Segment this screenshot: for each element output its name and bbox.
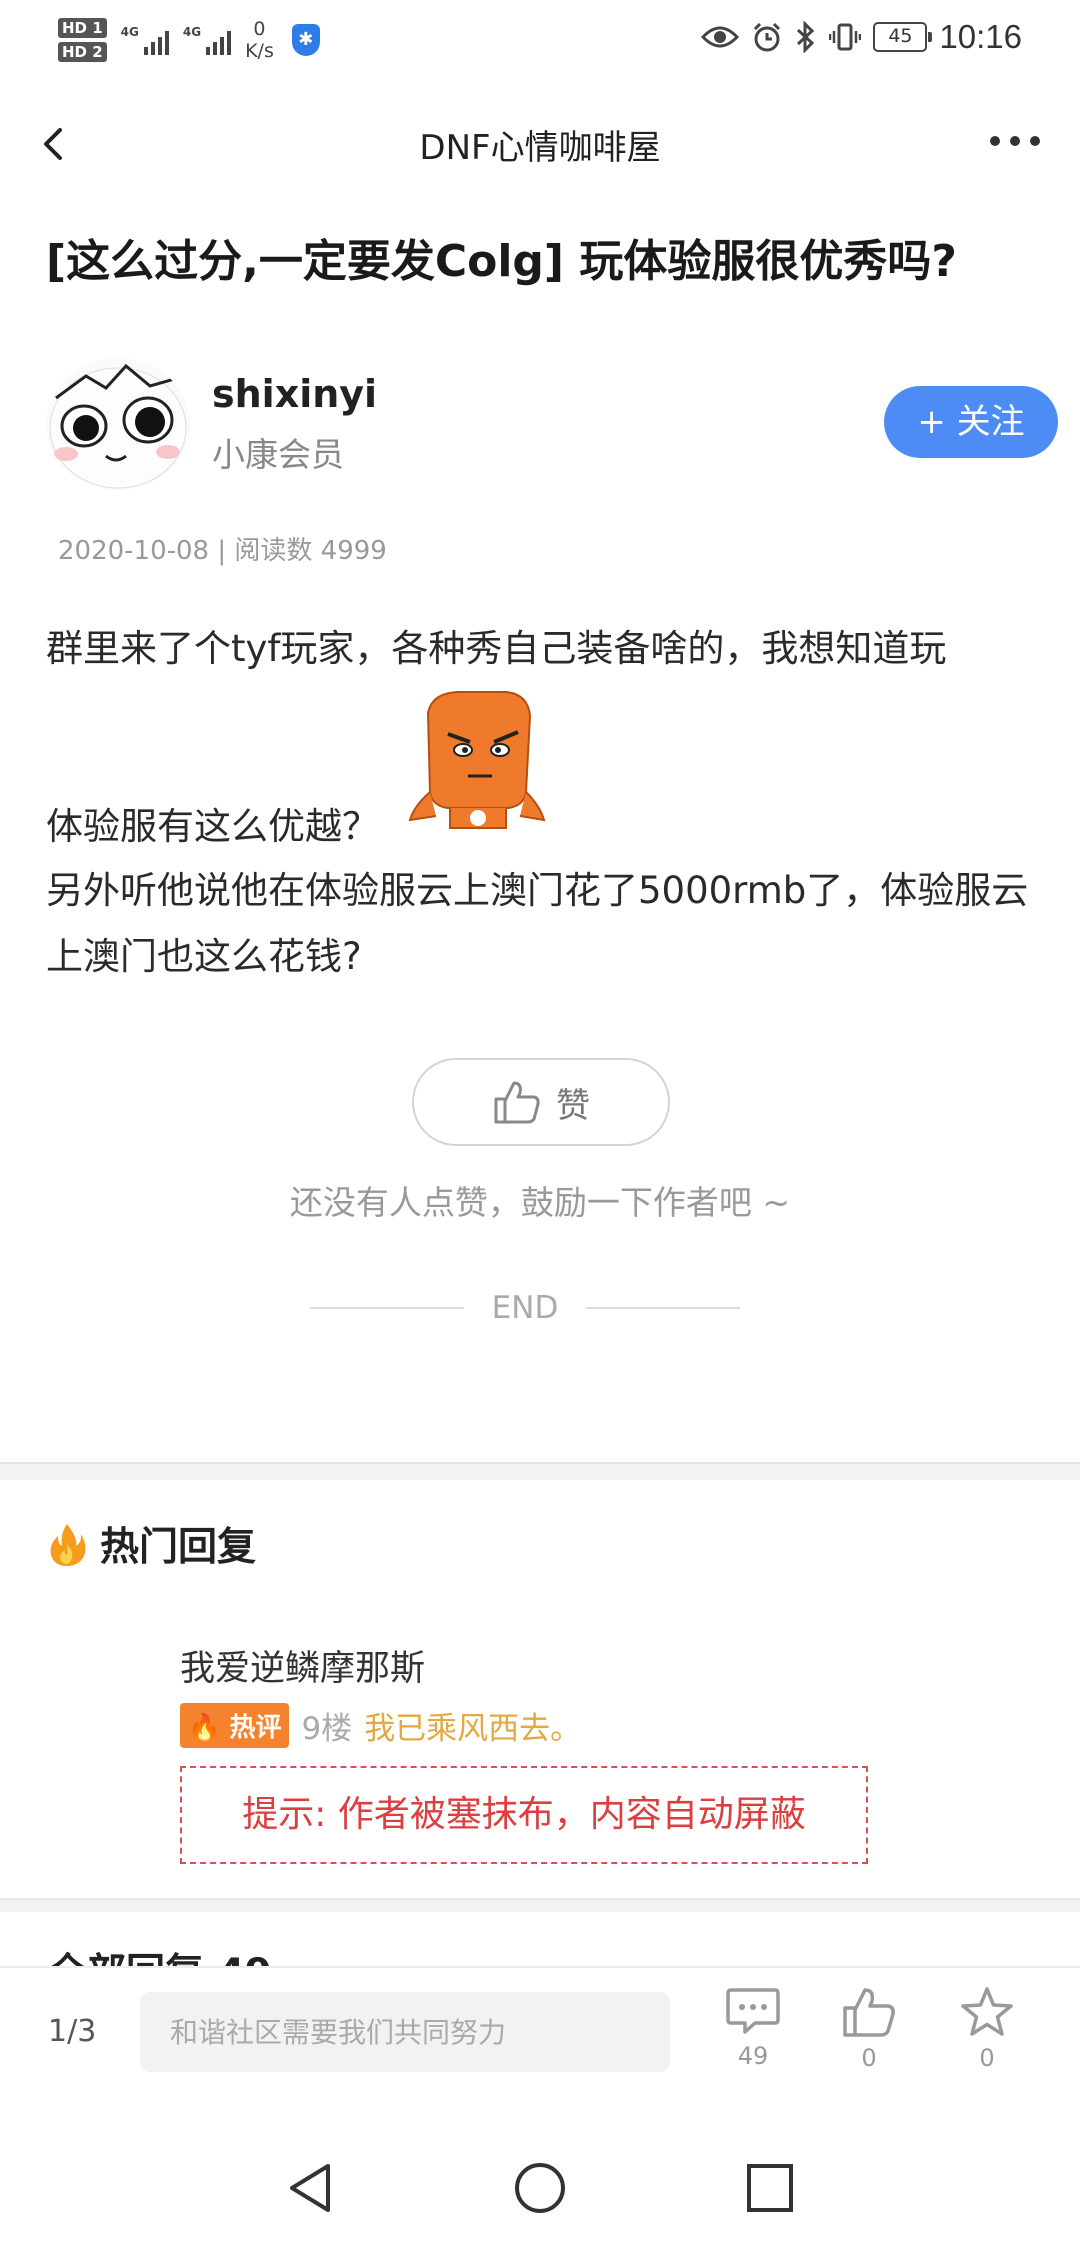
reply-to-user[interactable]: 我已乘风西去。	[364, 1703, 581, 1748]
like-button[interactable]: 赞	[412, 1058, 670, 1146]
hd2-indicator: HD 2	[58, 42, 107, 62]
comment-button[interactable]: 49	[718, 1986, 788, 2070]
system-home-icon[interactable]	[512, 2160, 568, 2220]
author-name[interactable]: shixinyi	[212, 372, 377, 416]
app-notification-icon: ✱	[291, 24, 320, 56]
bluetooth-icon	[797, 21, 815, 53]
hot-replies-title: 热门回复	[100, 1525, 257, 1570]
like-hint: 还没有人点赞，鼓励一下作者吧 ~	[289, 1183, 791, 1222]
system-navigation-bar	[0, 2140, 1080, 2244]
section-divider	[0, 1462, 1080, 1480]
author-role: 小康会员	[212, 435, 344, 474]
system-back-icon[interactable]	[284, 2160, 336, 2220]
end-label: END	[491, 1290, 559, 1326]
thumbs-up-icon	[494, 1081, 540, 1124]
avatar[interactable]	[46, 358, 190, 490]
signal-2-icon: 4G	[183, 25, 232, 55]
reply-item[interactable]: 我爱逆鳞摩那斯 🔥 热评 9楼 我已乘风西去。 提示: 作者被塞抹布，内容自动屏…	[180, 1640, 980, 1864]
top-nav: DNF心情咖啡屋	[0, 104, 1080, 184]
eye-icon	[701, 26, 740, 48]
hot-replies-header: 热门回复	[48, 1516, 256, 1572]
post-meta: 2020-10-08 | 阅读数 4999	[58, 536, 387, 566]
alarm-icon	[754, 22, 781, 52]
post-paragraph: 体验服有这么优越？	[46, 805, 379, 848]
more-options-icon[interactable]	[990, 126, 1050, 156]
battery-icon: 45	[873, 22, 933, 52]
thumbs-up-icon	[843, 1988, 895, 2037]
emoji-sticker	[408, 691, 546, 829]
like-post-button[interactable]: 0	[834, 1986, 904, 2072]
network-speed: 0 K/s	[245, 18, 274, 62]
comment-input[interactable]	[140, 1992, 670, 2072]
post-paragraph: 另外听他说他在体验服云上澳门花了5000rmb了，体验服云上澳门也这么花钱?	[46, 869, 1029, 978]
like-label: 赞	[556, 1085, 590, 1126]
hot-comment-badge: 🔥 热评	[180, 1703, 290, 1748]
follow-button[interactable]: + 关注	[884, 386, 1058, 458]
system-recents-icon[interactable]	[744, 2160, 796, 2220]
section-divider	[0, 1898, 1080, 1912]
like-count: 0	[861, 2044, 877, 2072]
post-title: [这么过分,一定要发Colg] 玩体验服很优秀吗?	[46, 236, 957, 287]
hd1-indicator: HD 1	[58, 18, 107, 38]
comment-count: 49	[737, 2042, 769, 2070]
fire-icon	[50, 1524, 86, 1566]
blocked-content-notice: 提示: 作者被塞抹布，内容自动屏蔽	[180, 1766, 868, 1864]
page-title: DNF心情咖啡屋	[419, 128, 661, 168]
favorite-count: 0	[979, 2044, 995, 2072]
clock: 10:16	[939, 18, 1022, 55]
end-marker: END	[310, 1290, 740, 1326]
post-paragraph: 群里来了个tyf玩家，各种秀自己装备啥的，我想知道玩	[46, 627, 947, 670]
status-bar: HD 1 HD 2 4G 4G 0 K/s ✱ 45 10:16	[0, 0, 1080, 80]
vibrate-icon	[829, 23, 862, 51]
bottom-action-bar: 1/3 49 0 0	[0, 1966, 1080, 2106]
reply-username[interactable]: 我爱逆鳞摩那斯	[180, 1640, 980, 1691]
author-row: shixinyi 小康会员 + 关注	[46, 358, 1058, 498]
reply-floor: 9楼	[301, 1711, 353, 1747]
star-icon	[961, 1987, 1013, 2036]
signal-1-icon: 4G	[121, 25, 169, 55]
comment-icon	[726, 1988, 780, 2034]
favorite-button[interactable]: 0	[952, 1986, 1022, 2072]
page-indicator[interactable]: 1/3	[48, 2014, 96, 2049]
